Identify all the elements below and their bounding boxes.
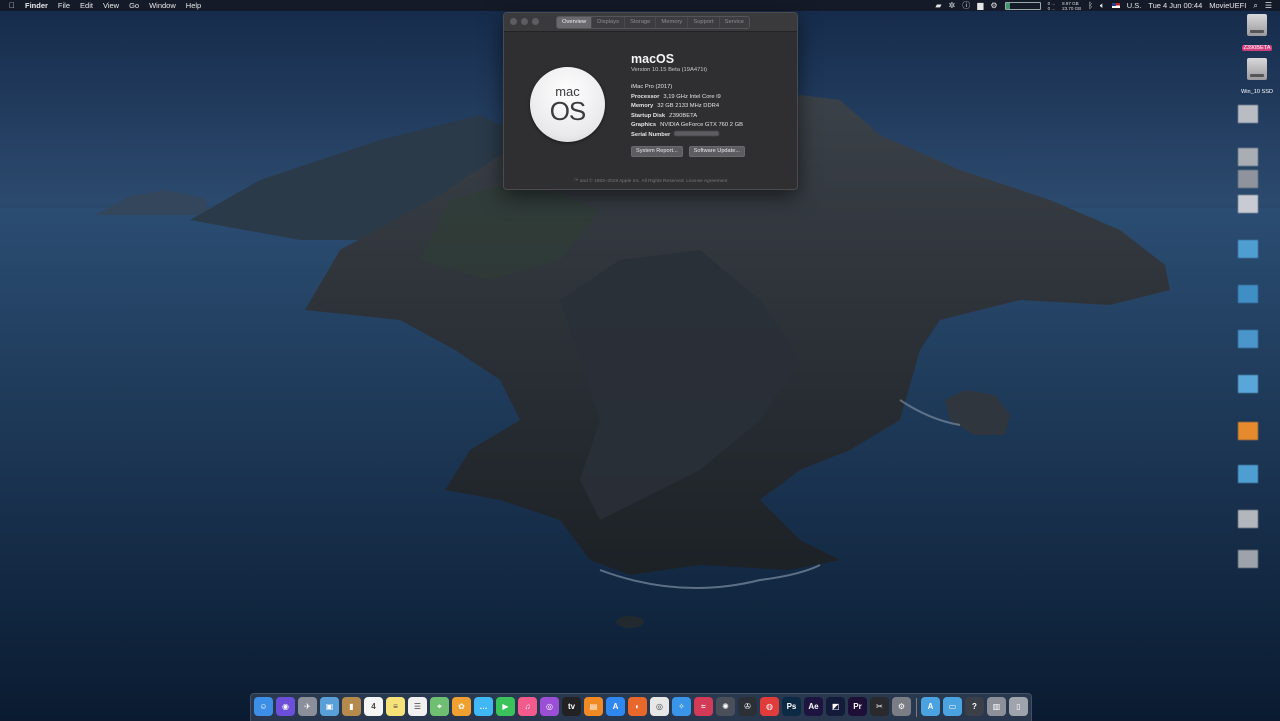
- menu-file[interactable]: File: [58, 0, 70, 11]
- desktop-drive-win10-ssd[interactable]: Win_10 SSD: [1236, 58, 1278, 98]
- menu-view[interactable]: View: [103, 0, 119, 11]
- contacts-icon[interactable]: ▮: [342, 697, 361, 716]
- spec-memory: Memory 32 GB 2133 MHz DDR4: [631, 103, 720, 109]
- photos-icon[interactable]: ✿: [452, 697, 471, 716]
- tv-icon[interactable]: tv: [562, 697, 581, 716]
- menu-bar:  Finder File Edit View Go Window Help ▰…: [0, 0, 1280, 11]
- volume-icon[interactable]: 🔈︎: [1100, 0, 1105, 11]
- memory-readout[interactable]: 8.97 GB 23.70 GB: [1062, 1, 1081, 11]
- reel-icon[interactable]: ✇: [738, 697, 757, 716]
- downloads-stack-icon[interactable]: ▥: [987, 697, 1006, 716]
- user-name[interactable]: MovieUEFI: [1209, 0, 1246, 11]
- gear-icon[interactable]: ⚙: [990, 0, 997, 11]
- tab-memory[interactable]: Memory: [656, 17, 689, 28]
- zoom-button[interactable]: [532, 18, 539, 25]
- hard-drive-icon: [1247, 58, 1267, 80]
- minimize-button[interactable]: [521, 18, 528, 25]
- bluetooth-icon[interactable]: ᛒ: [1088, 0, 1093, 11]
- facetime-icon[interactable]: ▶: [496, 697, 515, 716]
- menu-go[interactable]: Go: [129, 0, 139, 11]
- final-cut-icon[interactable]: ✂: [870, 697, 889, 716]
- system-report-button[interactable]: System Report...: [631, 146, 683, 157]
- dock: ☺ ◉ ✈ ▣ ▮ 4 ≡ ☰ ⌖ ✿… ▶ ♫ ◎ tv ▤ A ◐ ◎ ✧ ≈ ✺ ✇ ◍ Ps Ae ◩ Pr ✂ ⚙ A ▭? ▥ ▯: [250, 693, 1032, 721]
- lips-icon[interactable]: ≈: [694, 697, 713, 716]
- copyright-text: ™ and © 1983–2019 Apple Inc. All Rights …: [573, 179, 728, 184]
- documents-folder-icon[interactable]: ▭: [943, 697, 962, 716]
- airplay-icon[interactable]: ▰: [935, 0, 941, 11]
- chrome-icon[interactable]: ◎: [650, 697, 669, 716]
- spec-graphics: Graphics NVIDIA GeForce GTX 760 2 GB: [631, 122, 743, 128]
- app-store-icon[interactable]: A: [606, 697, 625, 716]
- tab-bar: Overview Displays Storage Memory Support…: [556, 16, 750, 29]
- apple-icon[interactable]: : [9, 0, 15, 11]
- folder-icon[interactable]: ▆: [977, 0, 983, 11]
- applications-folder-icon[interactable]: A: [921, 697, 940, 716]
- fan-icon[interactable]: ✲: [949, 0, 956, 11]
- books-icon[interactable]: ▤: [584, 697, 603, 716]
- music-icon[interactable]: ♫: [518, 697, 537, 716]
- media-encoder-icon[interactable]: ◩: [826, 697, 845, 716]
- firefox-icon[interactable]: ◐: [628, 697, 647, 716]
- system-preferences-icon[interactable]: ⚙: [892, 697, 911, 716]
- menu-help[interactable]: Help: [186, 0, 201, 11]
- podcasts-icon[interactable]: ◎: [540, 697, 559, 716]
- menu-edit[interactable]: Edit: [80, 0, 93, 11]
- reminders-icon[interactable]: ☰: [408, 697, 427, 716]
- clock[interactable]: Tue 4 Jun 00:44: [1148, 0, 1202, 11]
- finder-icon[interactable]: ☺: [254, 697, 273, 716]
- tab-service[interactable]: Service: [719, 17, 749, 28]
- us-flag-icon[interactable]: [1111, 3, 1120, 8]
- model-name: iMac Pro (2017): [631, 84, 673, 90]
- messages-icon[interactable]: …: [474, 697, 493, 716]
- desktop-drive-z390beta[interactable]: Z390BETA: [1236, 14, 1278, 54]
- tab-overview[interactable]: Overview: [557, 17, 593, 28]
- input-source[interactable]: U.S.: [1127, 0, 1142, 11]
- system-info: macOS Version 10.15 Beta (19A471t) iMac …: [631, 52, 743, 140]
- launchpad-icon[interactable]: ✈: [298, 697, 317, 716]
- photoshop-icon[interactable]: Ps: [782, 697, 801, 716]
- safari-icon[interactable]: ✧: [672, 697, 691, 716]
- cpu-readout[interactable]: 0 ... 0 ...: [1048, 1, 1056, 11]
- drive-label: Win_10 SSD: [1240, 89, 1274, 95]
- notes-icon[interactable]: ≡: [386, 697, 405, 716]
- cpu-meter[interactable]: [1004, 1, 1041, 10]
- redacted-desktop-files: [1238, 100, 1280, 590]
- tab-storage[interactable]: Storage: [625, 17, 657, 28]
- tab-support[interactable]: Support: [688, 17, 720, 28]
- maps-icon[interactable]: ⌖: [430, 697, 449, 716]
- macos-logo: mac OS: [530, 67, 605, 142]
- siri-icon[interactable]: ◉: [276, 697, 295, 716]
- spec-processor: Processor 3,19 GHz Intel Core i9: [631, 93, 721, 100]
- premiere-icon[interactable]: Pr: [848, 697, 867, 716]
- hard-drive-icon: [1247, 14, 1267, 36]
- close-button[interactable]: [510, 18, 517, 25]
- software-update-button[interactable]: Software Update...: [688, 146, 745, 157]
- after-effects-icon[interactable]: Ae: [804, 697, 823, 716]
- info-icon[interactable]: ⓘ: [962, 0, 970, 11]
- serial-redacted: [674, 131, 720, 137]
- menu-window[interactable]: Window: [149, 0, 176, 11]
- tab-displays[interactable]: Displays: [592, 17, 626, 28]
- dock-separator: [916, 698, 917, 717]
- os-version: Version 10.15 Beta (19A471t): [631, 67, 708, 73]
- spec-startup-disk: Startup Disk Z390BETA: [631, 112, 698, 119]
- os-name: macOS: [631, 52, 675, 66]
- preview-icon[interactable]: ▣: [320, 697, 339, 716]
- window-titlebar[interactable]: Overview Displays Storage Memory Support…: [504, 13, 797, 32]
- spec-serial-number: Serial Number: [631, 131, 743, 141]
- lifesaver-icon[interactable]: ◍: [760, 697, 779, 716]
- menu-app-name[interactable]: Finder: [25, 0, 48, 11]
- davinci-icon[interactable]: ✺: [716, 697, 735, 716]
- calendar-icon[interactable]: 4: [364, 697, 383, 716]
- drive-label: Z390BETA: [1241, 45, 1273, 51]
- spotlight-search-icon[interactable]: ⌕: [1253, 0, 1257, 11]
- notification-center-icon[interactable]: ☰: [1265, 0, 1272, 11]
- help-icon[interactable]: ?: [965, 697, 984, 716]
- trash-icon[interactable]: ▯: [1009, 697, 1028, 716]
- about-this-mac-window: Overview Displays Storage Memory Support…: [503, 12, 798, 190]
